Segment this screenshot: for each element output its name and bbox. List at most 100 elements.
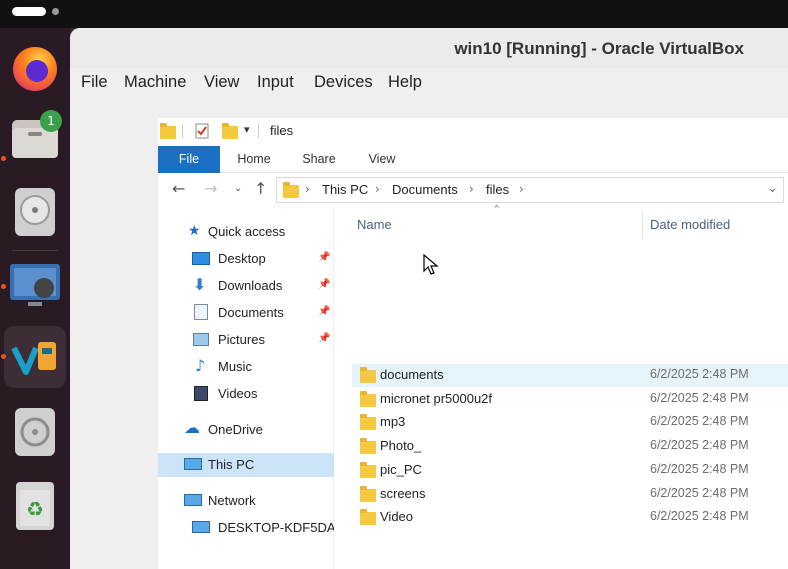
- running-indicator: [1, 156, 6, 161]
- tab-file[interactable]: File: [158, 146, 220, 173]
- address-bar[interactable]: › This PC › Documents › files › ⌄: [276, 177, 784, 203]
- folder-icon: [160, 123, 176, 139]
- up-button[interactable]: ↑: [254, 179, 267, 198]
- window-title: win10 [Running] - Oracle VirtualBox: [454, 39, 744, 58]
- dock: 1 ♻: [0, 28, 70, 569]
- nav-label: This PC: [208, 457, 255, 472]
- properties-icon[interactable]: [194, 123, 210, 139]
- breadcrumb-documents[interactable]: Documents: [392, 182, 458, 197]
- optical-disc-icon[interactable]: [4, 400, 66, 462]
- navigation-pane: ★ Quick access Desktop 📌 ⬇ Downloads 📌 D…: [158, 207, 345, 569]
- column-headers: ⌃ Name Date modified: [334, 203, 788, 241]
- trash-icon[interactable]: ♻: [4, 474, 66, 536]
- nav-label: DESKTOP-KDF5DAC: [218, 520, 345, 535]
- toolbar-divider: [182, 124, 183, 138]
- network-icon: [184, 494, 202, 506]
- workspace-dot: [52, 8, 59, 15]
- sort-ascending-icon: ⌃: [492, 203, 502, 216]
- cloud-icon: ☁: [184, 418, 200, 437]
- file-date: 6/2/2025 2:48 PM: [650, 509, 749, 523]
- chevron-right-icon: ›: [375, 182, 380, 196]
- tab-share[interactable]: Share: [292, 146, 346, 173]
- menu-input[interactable]: Input: [257, 73, 294, 92]
- nav-label: Downloads: [218, 278, 283, 293]
- nav-music[interactable]: ♪ Music: [158, 355, 334, 379]
- quick-access-toolbar: ▾ files: [158, 118, 788, 146]
- forward-button[interactable]: →: [204, 179, 217, 198]
- file-row[interactable]: micronet pr5000u2f 6/2/2025 2:48 PM: [352, 388, 788, 411]
- video-player-icon[interactable]: [4, 254, 66, 316]
- file-row[interactable]: pic_PC 6/2/2025 2:48 PM: [352, 459, 788, 482]
- file-name: micronet pr5000u2f: [380, 391, 493, 406]
- desktop-icon: [192, 252, 210, 265]
- nav-this-pc[interactable]: This PC: [158, 453, 334, 477]
- folder-icon: [360, 367, 376, 383]
- breadcrumb-this-pc[interactable]: This PC: [322, 182, 368, 197]
- pin-icon: 📌: [318, 333, 331, 344]
- menu-devices[interactable]: Devices: [314, 73, 373, 92]
- star-icon: ★: [188, 223, 201, 239]
- file-name: Video: [380, 509, 414, 524]
- file-row[interactable]: Video 6/2/2025 2:48 PM: [352, 506, 788, 529]
- nav-label: Pictures: [218, 332, 265, 347]
- nav-quick-access[interactable]: ★ Quick access: [158, 220, 334, 244]
- chevron-right-icon: ›: [469, 182, 474, 196]
- back-button[interactable]: ←: [172, 179, 185, 198]
- files-icon[interactable]: 1: [4, 106, 66, 168]
- nav-desktop[interactable]: Desktop 📌: [158, 247, 334, 271]
- nav-network[interactable]: Network: [158, 489, 334, 513]
- menu-help[interactable]: Help: [388, 73, 422, 92]
- pin-icon: 📌: [318, 279, 331, 290]
- chevron-right-icon: ›: [519, 182, 524, 196]
- file-name: mp3: [380, 414, 406, 429]
- menu-machine[interactable]: Machine: [124, 73, 186, 92]
- file-name: Photo_: [380, 438, 422, 453]
- menu-bar: File Machine View Input Devices Help: [70, 68, 788, 98]
- file-date: 6/2/2025 2:48 PM: [650, 462, 749, 476]
- virtualbox-icon[interactable]: [4, 326, 66, 388]
- nav-label: Music: [218, 359, 252, 374]
- chevron-down-icon[interactable]: ⌄: [767, 181, 778, 196]
- folder-icon: [283, 182, 299, 198]
- nav-computer[interactable]: DESKTOP-KDF5DAC: [158, 516, 345, 540]
- guest-screen[interactable]: ▾ files File Home Share View ← → ⌄ ↑ › T…: [158, 118, 788, 569]
- menu-file[interactable]: File: [81, 73, 108, 92]
- column-header-name[interactable]: Name: [357, 217, 392, 232]
- tab-view[interactable]: View: [356, 146, 408, 173]
- breadcrumb-files[interactable]: files: [486, 182, 509, 197]
- ribbon: File Home Share View: [158, 146, 788, 173]
- column-header-date[interactable]: Date modified: [650, 217, 730, 232]
- column-divider[interactable]: [642, 211, 643, 239]
- nav-onedrive[interactable]: ☁ OneDrive: [158, 418, 334, 442]
- computer-icon: [192, 521, 210, 533]
- music-note-icon: ♪: [195, 356, 206, 375]
- folder-icon: [360, 391, 376, 407]
- nav-label: Quick access: [208, 224, 286, 239]
- nav-downloads[interactable]: ⬇ Downloads 📌: [158, 274, 334, 298]
- nav-videos[interactable]: Videos: [158, 382, 334, 406]
- nav-label: OneDrive: [208, 422, 263, 437]
- file-row-documents[interactable]: documents 6/2/2025 2:48 PM: [352, 364, 788, 387]
- nav-pictures[interactable]: Pictures 📌: [158, 328, 334, 352]
- address-bar-row: ← → ⌄ ↑ › This PC › Documents › files › …: [158, 173, 788, 207]
- pictures-icon: [193, 333, 209, 346]
- new-folder-icon[interactable]: [222, 123, 238, 139]
- recent-locations-icon[interactable]: ⌄: [234, 183, 242, 194]
- file-row[interactable]: screens 6/2/2025 2:48 PM: [352, 483, 788, 506]
- customize-toolbar-icon[interactable]: ▾: [244, 123, 250, 136]
- file-date: 6/2/2025 2:48 PM: [650, 391, 749, 405]
- tab-home[interactable]: Home: [226, 146, 282, 173]
- nav-documents[interactable]: Documents 📌: [158, 301, 334, 325]
- top-bar: [0, 0, 788, 28]
- file-row[interactable]: mp3 6/2/2025 2:48 PM: [352, 411, 788, 434]
- file-date: 6/2/2025 2:48 PM: [650, 367, 749, 381]
- window-titlebar[interactable]: win10 [Running] - Oracle VirtualBox: [70, 28, 788, 68]
- menu-view[interactable]: View: [204, 73, 239, 92]
- svg-text:♻: ♻: [26, 497, 44, 521]
- firefox-icon[interactable]: [4, 36, 66, 98]
- disk-icon[interactable]: [4, 180, 66, 242]
- virtualbox-window: win10 [Running] - Oracle VirtualBox File…: [70, 28, 788, 569]
- videos-icon: [194, 386, 208, 401]
- file-row[interactable]: Photo_ 6/2/2025 2:48 PM: [352, 435, 788, 458]
- activities-indicator[interactable]: [12, 7, 46, 16]
